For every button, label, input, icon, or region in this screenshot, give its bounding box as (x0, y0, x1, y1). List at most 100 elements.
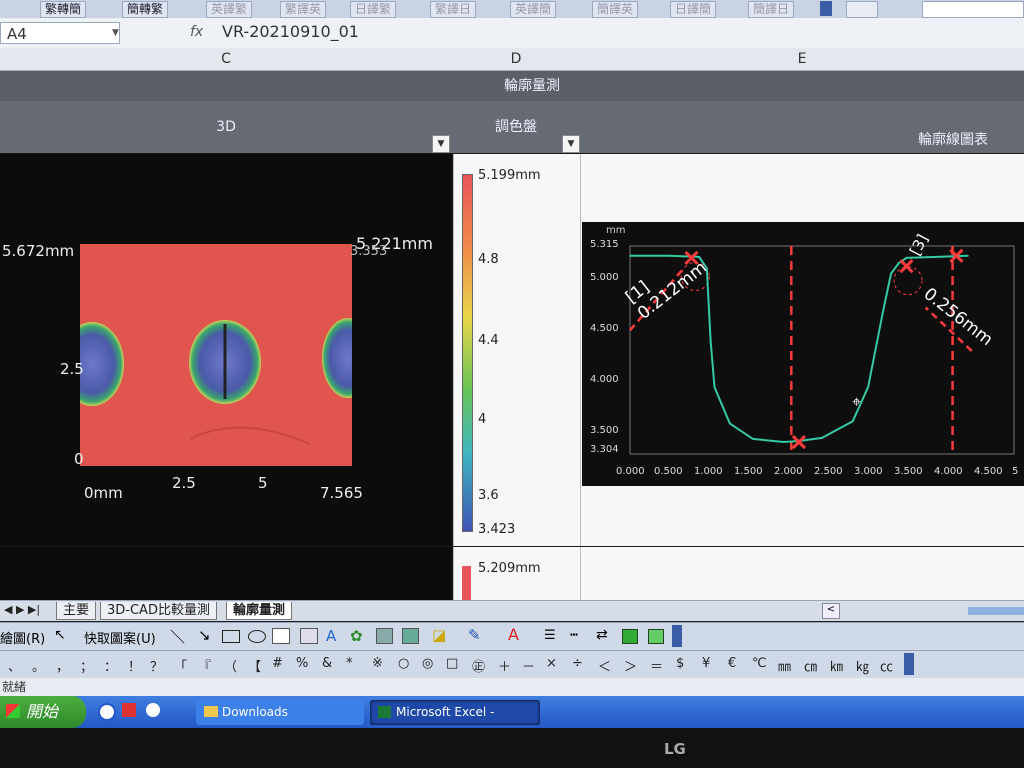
quicklaunch-icon[interactable] (146, 703, 160, 717)
task-excel[interactable]: Microsoft Excel - X100... (370, 700, 540, 744)
header-profile-chart: 輪廓線圖表 (580, 101, 1024, 153)
symbol-button[interactable]: 【 (248, 656, 261, 675)
symbol-button[interactable]: € (728, 656, 736, 671)
symbol-button[interactable]: － (522, 656, 535, 675)
fx-icon[interactable]: fx (190, 24, 203, 40)
symbol-button[interactable]: ¥ (702, 656, 710, 671)
cell-profile-chart[interactable] (580, 547, 1024, 600)
symbol-button[interactable]: ◎ (422, 656, 433, 671)
symbol-button[interactable]: ＝ (650, 656, 663, 675)
filter-dropdown-icon[interactable]: ▼ (432, 135, 450, 153)
comment-icon[interactable] (846, 1, 878, 18)
cell-3d-view[interactable] (0, 547, 452, 600)
symbol-button[interactable]: ， (56, 656, 69, 675)
symbol-button[interactable]: 「 (174, 656, 187, 675)
column-header-c[interactable]: C (0, 48, 453, 71)
clipart-icon[interactable] (376, 628, 393, 644)
symbol-button[interactable]: 、 (8, 656, 21, 675)
symbol-button[interactable]: ： (104, 656, 117, 675)
symbol-button[interactable]: ÷ (572, 656, 583, 671)
toolbar-overflow-icon[interactable] (820, 1, 832, 16)
formula-input[interactable]: VR-20210910_01 (222, 22, 359, 41)
color-scale-bar (462, 566, 471, 600)
fill-color-icon[interactable]: ◪ (432, 626, 446, 644)
symbol-button[interactable]: ○ (398, 656, 409, 671)
toolbar-button-5[interactable]: 繁譯日 (430, 1, 477, 18)
symbol-button[interactable]: ； (80, 656, 93, 675)
column-header-e[interactable]: E (580, 48, 1024, 71)
oval-icon[interactable] (248, 630, 266, 643)
quicklaunch-icon[interactable] (98, 703, 116, 721)
symbol-button[interactable]: ＞ (624, 656, 637, 675)
toolbar-button-8[interactable]: 日譯簡 (670, 1, 717, 18)
horizontal-scrollbar[interactable] (968, 607, 1024, 615)
filter-dropdown-icon[interactable]: ▼ (562, 135, 580, 153)
sheet-nav-icon[interactable]: ◀ ▶ ▶| (4, 603, 40, 616)
arrow-icon[interactable]: ↘ (198, 626, 211, 644)
dash-style-icon[interactable]: ┅ (570, 628, 578, 643)
symbol-button[interactable]: ㎜ (778, 656, 791, 675)
symbol-button[interactable]: × (546, 656, 557, 671)
tab-profile[interactable]: 輪廓量測 (226, 602, 293, 620)
profile-point (882, 308, 885, 311)
font-size-input[interactable] (922, 1, 1024, 18)
symbol-button[interactable]: $ (676, 656, 684, 671)
text-box-icon[interactable] (272, 628, 290, 644)
diagram-icon[interactable]: ✿ (350, 627, 363, 645)
symbol-button[interactable]: & (322, 656, 332, 671)
rectangle-icon[interactable] (222, 630, 240, 643)
profile-chart[interactable] (582, 222, 1024, 486)
symbol-button[interactable]: 『 (198, 656, 211, 675)
toolbar-button-6[interactable]: 英譯簡 (510, 1, 557, 18)
symbol-button[interactable]: ㏄ (880, 656, 893, 675)
name-box[interactable]: A4 (0, 22, 120, 44)
symbol-button[interactable]: # (272, 656, 283, 671)
symbol-button[interactable]: ㎞ (830, 656, 843, 675)
arrow-style-icon[interactable]: ⇄ (596, 627, 608, 643)
shadow-icon[interactable] (622, 629, 638, 644)
vertical-text-box-icon[interactable] (300, 628, 318, 644)
insert-picture-icon[interactable] (402, 628, 419, 644)
scroll-left-icon[interactable]: < (822, 603, 840, 619)
toolbar-button-4[interactable]: 日譯繁 (350, 1, 397, 18)
chart-x-tick: 4.500 (974, 466, 1003, 477)
toolbar-button-0[interactable]: 繁轉簡 (40, 1, 87, 18)
autoshapes-menu[interactable]: 快取圖案(U) (84, 628, 156, 647)
3d-style-icon[interactable] (648, 629, 664, 644)
tab-main[interactable]: 主要 (56, 602, 97, 620)
symbol-button[interactable]: ㊣ (472, 656, 485, 675)
symbol-button[interactable]: ！ (128, 656, 141, 675)
symbol-button[interactable]: （ (224, 656, 237, 675)
wordart-icon[interactable]: A (326, 627, 336, 645)
task-downloads[interactable]: Downloads (196, 700, 364, 725)
select-pointer-icon[interactable]: ↖ (54, 627, 66, 643)
symbol-button[interactable]: * (346, 656, 353, 671)
symbol-button[interactable]: ㎏ (856, 656, 869, 675)
symbol-button[interactable]: 。 (32, 656, 45, 675)
line-color-icon[interactable]: ✎ (468, 626, 481, 644)
symbol-button[interactable]: □ (446, 656, 458, 671)
name-box-dropdown-icon[interactable]: ▼ (112, 28, 119, 38)
symbol-button[interactable]: ※ (372, 656, 383, 671)
font-color-icon[interactable]: A (508, 625, 519, 644)
symbol-button[interactable]: ℃ (752, 656, 767, 671)
symbol-button[interactable]: ＜ (598, 656, 611, 675)
draw-menu[interactable]: 繪圖(R) (0, 628, 45, 647)
symbol-button[interactable]: % (296, 656, 308, 671)
toolbar-button-1[interactable]: 簡轉繁 (122, 1, 169, 18)
symbol-button[interactable]: ㎝ (804, 656, 817, 675)
toolbar-button-7[interactable]: 簡譯英 (592, 1, 639, 18)
profile-point (851, 420, 854, 423)
toolbar-button-9[interactable]: 簡譯日 (748, 1, 795, 18)
line-style-icon[interactable]: ☰ (544, 628, 556, 643)
symbol-button[interactable]: ？ (150, 656, 163, 675)
toolbar-button-2[interactable]: 英譯繁 (206, 1, 253, 18)
column-header-d[interactable]: D (452, 48, 581, 71)
toolbar-options-icon[interactable] (672, 625, 682, 647)
tab-3d-cad[interactable]: 3D-CAD比較量測 (100, 602, 217, 620)
symbol-button[interactable]: ＋ (498, 656, 511, 675)
line-icon[interactable]: ＼ (170, 626, 185, 647)
toolbar-options-icon[interactable] (904, 653, 914, 675)
quicklaunch-icon[interactable] (122, 703, 136, 717)
toolbar-button-3[interactable]: 繁譯英 (280, 1, 327, 18)
